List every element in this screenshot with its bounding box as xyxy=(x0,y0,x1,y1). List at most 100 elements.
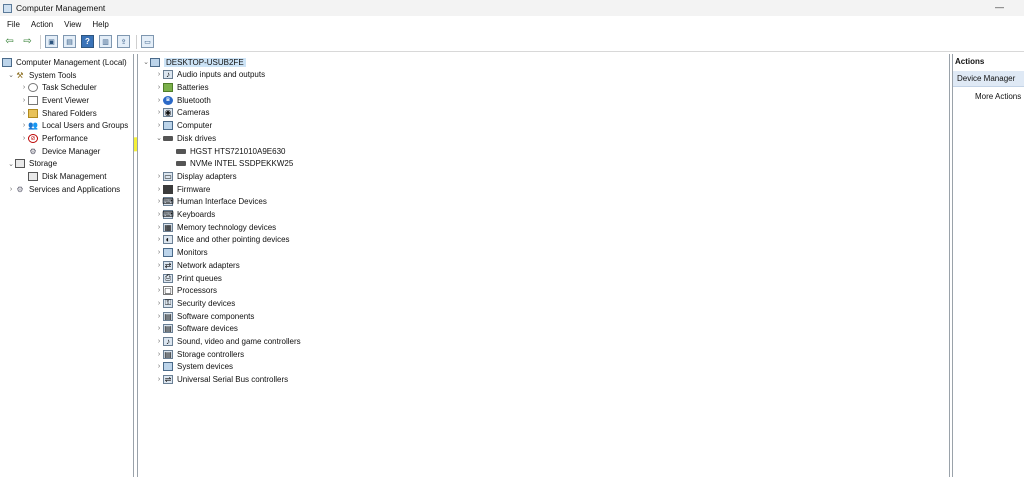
chevron-down-icon[interactable]: ⌄ xyxy=(155,134,163,142)
actions-device-manager[interactable]: Device Manager xyxy=(953,71,1024,87)
chevron-right-icon[interactable]: › xyxy=(155,173,163,180)
chevron-right-icon[interactable]: › xyxy=(155,186,163,193)
chevron-right-icon[interactable]: › xyxy=(155,275,163,282)
tree-item-processors[interactable]: › ▢ Processors xyxy=(155,284,217,297)
tree-item-shared-folders[interactable]: › Shared Folders xyxy=(20,107,97,120)
tree-item-human-interface-devices[interactable]: › ⌨ Human Interface Devices xyxy=(155,196,267,209)
tree-item-system-tools[interactable]: ⌄ ⚒ System Tools xyxy=(7,69,76,82)
tree-item-label: Disk Management xyxy=(42,172,107,182)
chevron-right-icon[interactable]: › xyxy=(155,71,163,78)
chevron-right-icon[interactable]: › xyxy=(20,84,28,91)
chevron-down-icon[interactable]: ⌄ xyxy=(7,71,15,79)
tree-item-network-adapters[interactable]: › ⇄ Network adapters xyxy=(155,259,240,272)
chevron-right-icon[interactable]: › xyxy=(20,122,28,129)
tree-item-sound-video-and-game-controllers[interactable]: › ♪ Sound, video and game controllers xyxy=(155,335,301,348)
chevron-right-icon[interactable]: › xyxy=(155,376,163,383)
tree-item-nvme-intel-ssdpekkw25[interactable]: NVMe INTEL SSDPEKKW25 xyxy=(168,157,293,170)
device-tree-pane[interactable]: ⌄ DESKTOP-USUB2FE › ♪ Audio inputs and out… xyxy=(137,54,950,477)
menu-action[interactable]: Action xyxy=(31,20,53,29)
help-icon[interactable]: ? xyxy=(81,35,94,48)
task-scheduler-icon xyxy=(28,83,38,93)
tree-item-mice-and-other-pointing-devices[interactable]: › ◐ Mice and other pointing devices xyxy=(155,234,290,247)
chevron-right-icon[interactable]: › xyxy=(155,363,163,370)
show-hide-tree-icon[interactable]: ▤ xyxy=(63,35,76,48)
device-root-row[interactable]: ⌄ DESKTOP-USUB2FE xyxy=(142,56,246,69)
tree-item-monitors[interactable]: › Monitors xyxy=(155,246,208,259)
menu-view[interactable]: View xyxy=(64,20,81,29)
tree-item-label: Network adapters xyxy=(177,260,240,270)
tree-item-display-adapters[interactable]: › ▭ Display adapters xyxy=(155,170,237,183)
menu-help[interactable]: Help xyxy=(92,20,108,29)
chevron-right-icon[interactable]: › xyxy=(7,186,15,193)
tree-item-performance[interactable]: › ⊘ Performance xyxy=(20,132,88,145)
tree-item-storage[interactable]: ⌄ Storage xyxy=(7,158,57,171)
properties-icon[interactable]: ▥ xyxy=(99,35,112,48)
tree-item-bluetooth[interactable]: › ʙ Bluetooth xyxy=(155,94,211,107)
chevron-down-icon[interactable]: ⌄ xyxy=(7,160,15,168)
tree-item-software-components[interactable]: › ▤ Software components xyxy=(155,310,254,323)
tree-item-software-devices[interactable]: › ▤ Software devices xyxy=(155,323,238,336)
device-manager-icon: ⚙ xyxy=(29,146,37,156)
chevron-down-icon[interactable]: ⌄ xyxy=(142,58,150,66)
monitors-icon xyxy=(163,248,173,258)
chevron-right-icon[interactable]: › xyxy=(155,224,163,231)
chevron-right-icon[interactable]: › xyxy=(20,135,28,142)
minimize-button[interactable]: — xyxy=(995,2,1004,12)
forward-icon[interactable]: ⇨ xyxy=(21,35,34,48)
chevron-right-icon[interactable]: › xyxy=(155,97,163,104)
up-folder-icon[interactable]: ▣ xyxy=(45,35,58,48)
tree-item-keyboards[interactable]: › ⌨ Keyboards xyxy=(155,208,215,221)
tree-item-system-devices[interactable]: › System devices xyxy=(155,361,233,374)
tree-item-security-devices[interactable]: › ⚿ Security devices xyxy=(155,297,235,310)
tree-item-computer-management-local[interactable]: Computer Management (Local) xyxy=(0,56,127,69)
tree-item-storage-controllers[interactable]: › ▤ Storage controllers xyxy=(155,348,244,361)
performance-icon: ⊘ xyxy=(28,134,38,144)
tree-item-cameras[interactable]: › ◉ Cameras xyxy=(155,107,209,120)
chevron-right-icon[interactable]: › xyxy=(155,313,163,320)
menu-bar: File Action View Help xyxy=(0,17,1024,31)
chevron-right-icon[interactable]: › xyxy=(155,338,163,345)
keyboards-icon: ⌨ xyxy=(162,210,174,220)
chevron-right-icon[interactable]: › xyxy=(155,109,163,116)
tree-item-disk-drives[interactable]: ⌄ Disk drives xyxy=(155,132,216,145)
tree-item-universal-serial-bus-controllers[interactable]: › ⇌ Universal Serial Bus controllers xyxy=(155,373,288,386)
tree-item-services-and-applications[interactable]: › ⚙ Services and Applications xyxy=(7,183,120,196)
tree-item-local-users-and-groups[interactable]: › 👥 Local Users and Groups xyxy=(20,120,128,133)
tree-item-memory-technology-devices[interactable]: › ▦ Memory technology devices xyxy=(155,221,276,234)
chevron-right-icon[interactable]: › xyxy=(155,84,163,91)
chevron-right-icon[interactable]: › xyxy=(155,287,163,294)
back-icon[interactable]: ⇦ xyxy=(3,35,16,48)
tree-item-audio-inputs-and-outputs[interactable]: › ♪ Audio inputs and outputs xyxy=(155,69,265,82)
memory-technology-devices-icon: ▦ xyxy=(163,222,173,232)
tree-item-batteries[interactable]: › Batteries xyxy=(155,81,209,94)
chevron-right-icon[interactable]: › xyxy=(155,300,163,307)
chevron-right-icon[interactable]: › xyxy=(155,249,163,256)
tree-item-computer[interactable]: › Computer xyxy=(155,119,212,132)
menu-file[interactable]: File xyxy=(7,20,20,29)
nvme-intel-ssdpekkw25-icon xyxy=(176,161,186,167)
device-root-label: DESKTOP-USUB2FE xyxy=(164,57,246,67)
tree-item-firmware[interactable]: › Firmware xyxy=(155,183,210,196)
tree-item-event-viewer[interactable]: › Event Viewer xyxy=(20,94,89,107)
chevron-right-icon[interactable]: › xyxy=(155,236,163,243)
chevron-right-icon[interactable]: › xyxy=(20,110,28,117)
chevron-right-icon[interactable]: › xyxy=(155,262,163,269)
console-tree-pane[interactable]: Computer Management (Local) ⌄ ⚒ System Tool… xyxy=(0,54,134,477)
tree-item-label: Keyboards xyxy=(177,210,216,220)
export-icon[interactable]: ⇪ xyxy=(117,35,130,48)
tree-item-hgst-hts721010a9e630[interactable]: HGST HTS721010A9E630 xyxy=(168,145,285,158)
chevron-right-icon[interactable]: › xyxy=(155,325,163,332)
storage-icon xyxy=(15,159,25,169)
tree-item-label: Print queues xyxy=(177,273,222,283)
tree-item-disk-management[interactable]: Disk Management xyxy=(20,170,106,183)
tree-item-device-manager[interactable]: ⚙ Device Manager xyxy=(20,145,100,158)
tree-item-print-queues[interactable]: › ⎙ Print queues xyxy=(155,272,222,285)
more-actions-link[interactable]: More Actions xyxy=(975,92,1021,101)
tree-item-label: Cameras xyxy=(177,108,210,118)
tree-item-label: Shared Folders xyxy=(42,108,97,118)
monitor-icon[interactable]: ▭ xyxy=(141,35,154,48)
chevron-right-icon[interactable]: › xyxy=(155,122,163,129)
chevron-right-icon[interactable]: › xyxy=(20,97,28,104)
tree-item-task-scheduler[interactable]: › Task Scheduler xyxy=(20,81,97,94)
chevron-right-icon[interactable]: › xyxy=(155,351,163,358)
